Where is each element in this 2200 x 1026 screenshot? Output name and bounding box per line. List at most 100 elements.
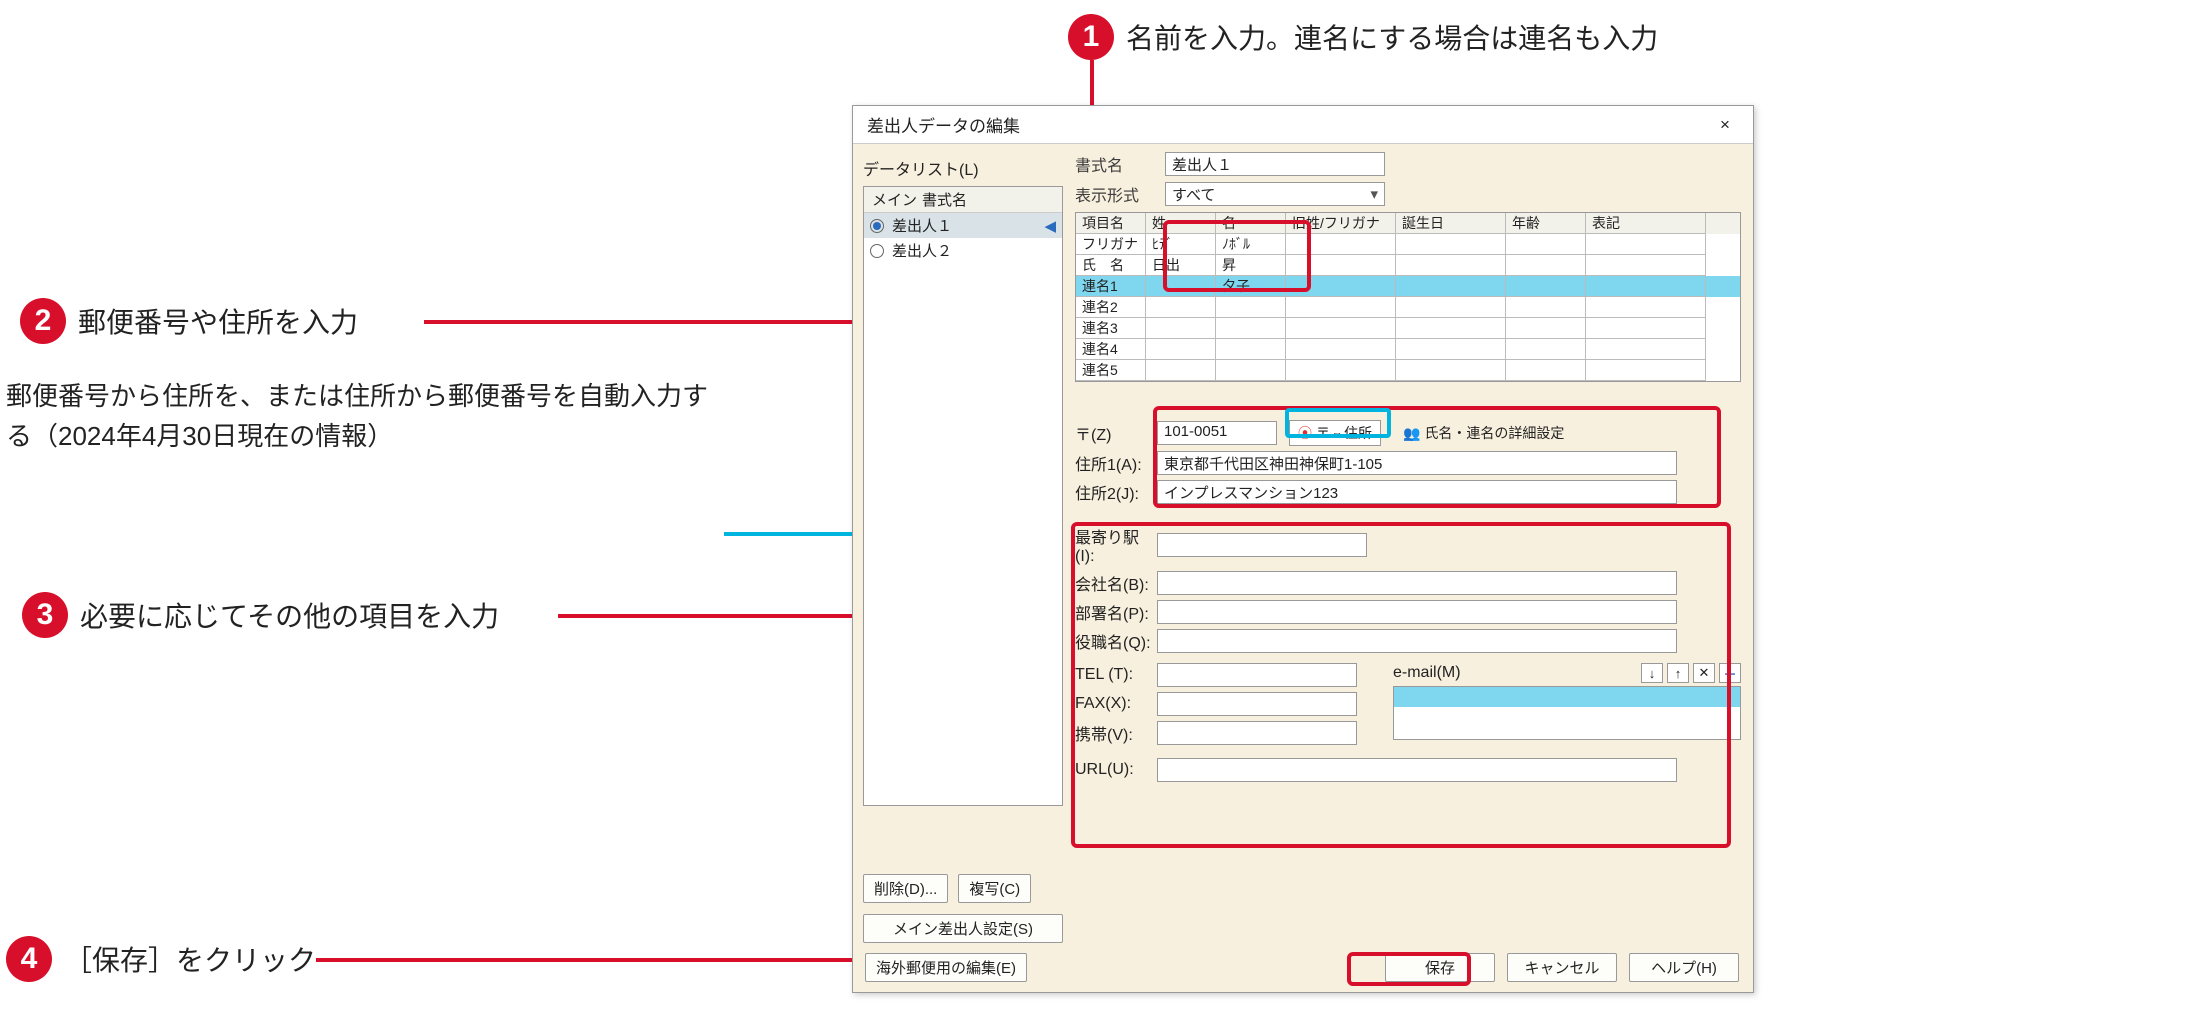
cell[interactable]	[1586, 318, 1706, 339]
cell[interactable]	[1506, 360, 1586, 381]
close-icon[interactable]: ×	[1705, 111, 1745, 139]
email-item-selected[interactable]	[1394, 687, 1740, 707]
cell[interactable]	[1146, 297, 1216, 318]
cell[interactable]	[1146, 339, 1216, 360]
grid-row-furigana[interactable]: フリガナ ﾋﾃﾞ ﾉﾎﾞﾙ	[1076, 234, 1740, 255]
overseas-edit-button[interactable]: 海外郵便用の編集(E)	[865, 953, 1027, 982]
mobile-input[interactable]	[1157, 721, 1357, 745]
cell[interactable]	[1586, 360, 1706, 381]
save-button[interactable]: 保存	[1385, 953, 1495, 982]
delete-button[interactable]: 削除(D)...	[863, 874, 948, 903]
format-name-label: 書式名	[1075, 152, 1165, 176]
cell[interactable]	[1586, 297, 1706, 318]
grid-header: 項目名 姓 名 旧姓/フリガナ 誕生日 年齢 表記	[1076, 213, 1740, 234]
dept-input[interactable]	[1157, 600, 1677, 624]
cell[interactable]	[1586, 276, 1706, 297]
cell[interactable]	[1216, 297, 1286, 318]
email-list[interactable]	[1393, 686, 1741, 740]
grid-row-renmei5[interactable]: 連名5	[1076, 360, 1740, 381]
cell[interactable]: ﾉﾎﾞﾙ	[1216, 234, 1286, 255]
url-input[interactable]	[1157, 758, 1677, 782]
company-input[interactable]	[1157, 571, 1677, 595]
display-type-select[interactable]: すべて	[1165, 182, 1385, 206]
callout-note-text: 郵便番号から住所を、または住所から郵便番号を自動入力する（2024年4月30日現…	[6, 381, 708, 451]
cell[interactable]	[1586, 234, 1706, 255]
grid-h-4: 誕生日	[1396, 213, 1506, 234]
cell[interactable]	[1286, 297, 1396, 318]
cell[interactable]	[1286, 360, 1396, 381]
cell[interactable]	[1396, 360, 1506, 381]
zip-address-toggle-button[interactable]: ⦿ 〒⇔住所	[1289, 420, 1381, 446]
cell[interactable]	[1286, 318, 1396, 339]
name-detail-button[interactable]: 👥 氏名・連名の詳細設定	[1395, 421, 1572, 445]
cell[interactable]	[1286, 276, 1396, 297]
callout-1-bubble: 1	[1068, 14, 1114, 60]
zip-input[interactable]: 101-0051	[1157, 421, 1277, 445]
cell: 連名1	[1076, 276, 1146, 297]
help-button[interactable]: ヘルプ(H)	[1629, 953, 1739, 982]
cell[interactable]: 夕子	[1216, 276, 1286, 297]
dialog-body: データリスト(L) メイン 書式名 差出人１ ◀ 差出人２ 削除(D)...	[853, 144, 1753, 992]
cell[interactable]	[1396, 276, 1506, 297]
data-list-item-2[interactable]: 差出人２	[864, 238, 1062, 263]
title-input[interactable]	[1157, 629, 1677, 653]
callout-2: 2 郵便番号や住所を入力	[20, 298, 358, 344]
data-list[interactable]: メイン 書式名 差出人１ ◀ 差出人２	[863, 186, 1063, 806]
cell[interactable]	[1146, 276, 1216, 297]
cell[interactable]	[1506, 255, 1586, 276]
cell[interactable]: 昇	[1216, 255, 1286, 276]
cell[interactable]	[1286, 234, 1396, 255]
grid-row-renmei3[interactable]: 連名3	[1076, 318, 1740, 339]
cell[interactable]	[1506, 276, 1586, 297]
grid-row-renmei1[interactable]: 連名1 夕子	[1076, 276, 1740, 297]
cell[interactable]	[1506, 297, 1586, 318]
grid-row-name[interactable]: 氏 名 日出 昇	[1076, 255, 1740, 276]
cell[interactable]	[1506, 339, 1586, 360]
cell[interactable]: ﾋﾃﾞ	[1146, 234, 1216, 255]
name-grid[interactable]: 項目名 姓 名 旧姓/フリガナ 誕生日 年齢 表記 フリガナ ﾋﾃﾞ ﾉﾎﾞﾙ …	[1075, 212, 1741, 382]
cell[interactable]	[1146, 318, 1216, 339]
cell[interactable]	[1216, 339, 1286, 360]
fax-input[interactable]	[1157, 692, 1357, 716]
cell[interactable]	[1396, 255, 1506, 276]
cell[interactable]	[1286, 255, 1396, 276]
data-list-item-1[interactable]: 差出人１ ◀	[864, 213, 1062, 238]
grid-row-renmei2[interactable]: 連名2	[1076, 297, 1740, 318]
set-main-sender-button[interactable]: メイン差出人設定(S)	[863, 914, 1063, 943]
cell[interactable]	[1216, 360, 1286, 381]
cell[interactable]	[1586, 255, 1706, 276]
cell[interactable]	[1396, 297, 1506, 318]
cell[interactable]	[1146, 360, 1216, 381]
callout-1: 1 名前を入力。連名にする場合は連名も入力	[1068, 14, 1658, 60]
email-down-button[interactable]: ↓	[1641, 663, 1663, 683]
radio-off-icon[interactable]	[870, 244, 884, 258]
format-name-row: 書式名 差出人１	[1075, 152, 1741, 176]
email-remove-button[interactable]: ✕	[1693, 663, 1715, 683]
cancel-button[interactable]: キャンセル	[1507, 953, 1617, 982]
cell: フリガナ	[1076, 234, 1146, 255]
cell[interactable]	[1286, 339, 1396, 360]
addr2-input[interactable]: インプレスマンション123	[1157, 480, 1677, 504]
radio-on-icon[interactable]	[870, 219, 884, 233]
cell[interactable]	[1396, 339, 1506, 360]
cell[interactable]	[1216, 318, 1286, 339]
addr1-input[interactable]: 東京都千代田区神田神保町1-105	[1157, 451, 1677, 475]
copy-button[interactable]: 複写(C)	[958, 874, 1031, 903]
callout-3-text: 必要に応じてその他の項目を入力	[80, 595, 499, 635]
tel-input[interactable]	[1157, 663, 1357, 687]
cell[interactable]	[1586, 339, 1706, 360]
email-up-button[interactable]: ↑	[1667, 663, 1689, 683]
cell: 連名2	[1076, 297, 1146, 318]
cell[interactable]: 日出	[1146, 255, 1216, 276]
grid-h-0: 項目名	[1076, 213, 1146, 234]
grid-row-renmei4[interactable]: 連名4	[1076, 339, 1740, 360]
grid-h-3: 旧姓/フリガナ	[1286, 213, 1396, 234]
cell[interactable]	[1506, 234, 1586, 255]
email-add-button[interactable]: ＋	[1719, 663, 1741, 683]
cell[interactable]	[1396, 234, 1506, 255]
station-input[interactable]	[1157, 533, 1367, 557]
tel-label: TEL (T):	[1075, 666, 1157, 684]
cell[interactable]	[1506, 318, 1586, 339]
cell[interactable]	[1396, 318, 1506, 339]
format-name-input[interactable]: 差出人１	[1165, 152, 1385, 176]
